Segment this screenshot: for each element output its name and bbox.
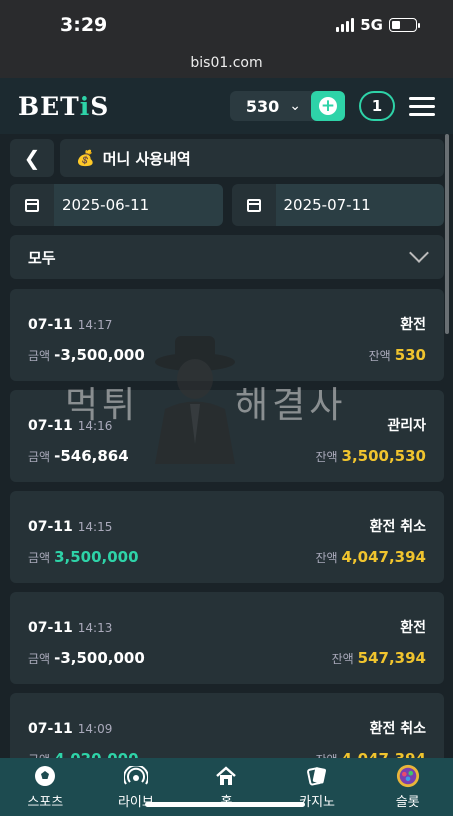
home-indicator[interactable] (145, 802, 305, 807)
calendar-icon (246, 198, 261, 212)
money-bag-icon: 💰 (76, 149, 95, 167)
tx-type: 환전 (400, 317, 426, 333)
type-filter-select[interactable]: 모두 (10, 235, 444, 279)
battery-icon (389, 18, 420, 32)
tx-date: 07-11 (28, 721, 73, 737)
status-time: 3:29 (60, 14, 108, 36)
date-from-value[interactable]: 2025-06-11 (54, 184, 223, 226)
scrollbar[interactable] (445, 134, 449, 334)
page-title-box: 💰 머니 사용내역 (60, 139, 444, 177)
home-icon (214, 765, 238, 787)
tx-amount: -546,864 (54, 447, 129, 465)
page-title: 머니 사용내역 (102, 149, 191, 168)
status-bar: 3:29 5G (0, 0, 453, 50)
live-broadcast-icon (123, 765, 148, 787)
chevron-down-icon (409, 243, 429, 263)
site-logo[interactable]: BETiS (18, 92, 109, 121)
tx-date: 07-11 (28, 418, 73, 434)
status-icons: 5G (336, 16, 420, 34)
tx-time: 14:09 (77, 722, 113, 736)
nav-sports[interactable]: 스포츠 (0, 758, 91, 816)
notification-badge[interactable]: 1 (359, 91, 395, 121)
tx-balance: 4,047,394 (342, 750, 426, 758)
date-to-value[interactable]: 2025-07-11 (275, 184, 444, 226)
nav-label: 카지노 (299, 794, 336, 810)
url-bar[interactable]: bis01.com (0, 50, 453, 78)
tx-amount: -3,500,000 (54, 346, 145, 364)
nav-home[interactable]: 홈 (181, 758, 272, 816)
filter-value: 모두 (28, 248, 56, 267)
tx-balance: 530 (394, 346, 426, 364)
tx-amount: 3,500,000 (54, 548, 139, 566)
tx-time: 14:15 (77, 520, 113, 534)
tx-type: 환전 취소 (369, 721, 426, 737)
tx-type: 환전 (400, 620, 426, 636)
nav-slot[interactable]: 슬롯 (362, 758, 453, 816)
site-header: BETiS 530 ⌄ + 1 (0, 78, 453, 134)
transaction-list: 07-11 14:17 환전 금액 -3,500,000 잔액 530 07-11 14:1… (10, 289, 444, 758)
balance-dropdown[interactable]: 530 ⌄ + (229, 91, 345, 121)
soccer-ball-icon (33, 765, 57, 787)
date-range: 2025-06-11 2025-07-11 (10, 184, 444, 226)
cards-icon (305, 765, 329, 787)
tx-date: 07-11 (28, 620, 73, 636)
transaction-row: 07-11 14:16 관리자 금액 -546,864 잔액 3,500,530 (10, 390, 444, 482)
page-titlebar: ❮ 💰 머니 사용내역 (10, 139, 444, 177)
deposit-button[interactable]: + (311, 91, 345, 121)
tx-date: 07-11 (28, 317, 73, 333)
tx-balance: 547,394 (357, 649, 426, 667)
tx-time: 14:17 (77, 318, 113, 332)
transaction-row: 07-11 14:13 환전 금액 -3,500,000 잔액 547,394 (10, 592, 444, 684)
nav-live[interactable]: 라이브 (91, 758, 182, 816)
transaction-row: 07-11 14:17 환전 금액 -3,500,000 잔액 530 (10, 289, 444, 381)
slot-icon (396, 764, 420, 787)
transaction-row: 07-11 14:15 환전 취소 금액 3,500,000 잔액 4,047,394 (10, 491, 444, 583)
tx-date: 07-11 (28, 519, 73, 535)
nav-casino[interactable]: 카지노 (272, 758, 363, 816)
tx-type: 환전 취소 (369, 519, 426, 535)
back-button[interactable]: ❮ (10, 139, 54, 177)
tx-amount: 4,020,000 (54, 750, 138, 758)
chevron-down-icon: ⌄ (289, 98, 301, 114)
calendar-icon (25, 198, 39, 212)
tx-type: 관리자 (387, 418, 426, 434)
tx-balance: 4,047,394 (341, 548, 426, 566)
nav-label: 스포츠 (27, 794, 64, 810)
network-type: 5G (360, 16, 383, 34)
plus-icon: + (319, 96, 337, 116)
menu-icon[interactable] (409, 96, 435, 116)
balance-amount: 530 (245, 96, 280, 116)
transaction-row: 07-1114:09환전 취소 금액4,020,000잔액4,047,394 (10, 693, 444, 758)
date-to-picker[interactable]: 2025-07-11 (231, 184, 444, 226)
main-content: ❮ 💰 머니 사용내역 2025-06-11 2025-07-11 모두 07-… (0, 134, 453, 758)
tx-time: 14:13 (77, 621, 113, 635)
signal-icon (336, 18, 355, 32)
tx-time: 14:16 (77, 419, 113, 433)
nav-label: 슬롯 (395, 794, 420, 810)
tx-balance: 3,500,530 (341, 447, 426, 465)
tx-amount: -3,500,000 (54, 649, 145, 667)
bottom-nav: 스포츠 라이브 홈 카지노 슬롯 (0, 758, 453, 816)
date-from-picker[interactable]: 2025-06-11 (10, 184, 223, 226)
